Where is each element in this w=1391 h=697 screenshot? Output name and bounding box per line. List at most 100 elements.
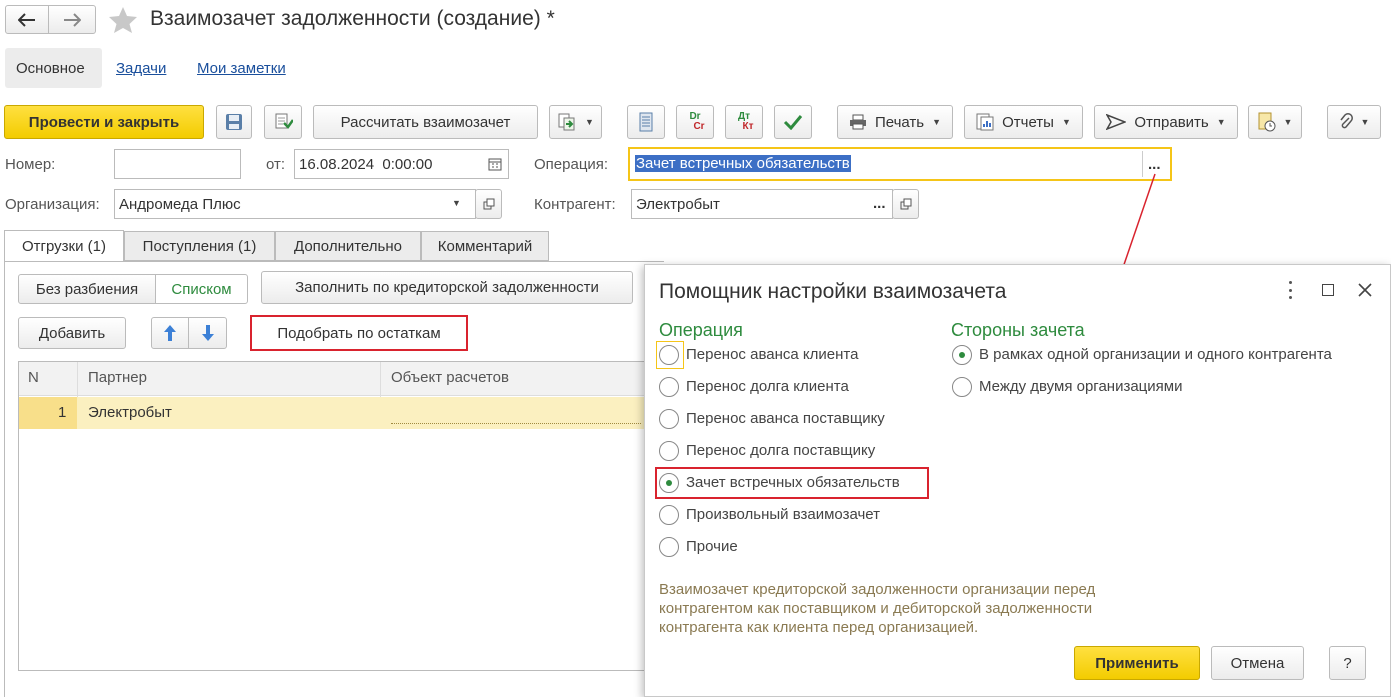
contractor-open-button[interactable] <box>892 189 919 219</box>
chevron-down-icon: ▼ <box>585 117 594 127</box>
tab-receipts[interactable]: Поступления (1) <box>124 231 275 261</box>
contractor-select-button[interactable]: ... <box>873 195 886 212</box>
operation-option-radio[interactable] <box>659 505 679 525</box>
reports-icon <box>976 113 994 131</box>
forward-button[interactable] <box>48 5 96 34</box>
operation-option-radio[interactable] <box>659 409 679 429</box>
calculate-offset-button[interactable]: Рассчитать взаимозачет <box>313 105 538 139</box>
floppy-icon <box>226 114 242 130</box>
side-option-radio[interactable] <box>952 377 972 397</box>
sides-section-header: Стороны зачета <box>951 320 1085 340</box>
col-header-partner[interactable]: Партнер <box>88 369 147 386</box>
dialog-title: Помощник настройки взаимозачета <box>659 280 1007 303</box>
dialog-description: Взаимозачет кредиторской задолженности о… <box>659 580 1095 637</box>
operation-option-radio[interactable] <box>659 345 679 365</box>
check-button[interactable] <box>774 105 812 139</box>
send-button[interactable]: Отправить ▼ <box>1094 105 1238 139</box>
print-label: Печать <box>874 113 925 131</box>
date-label: от: <box>266 156 286 173</box>
reports-label: Отчеты <box>1002 113 1054 131</box>
back-button[interactable] <box>5 5 49 34</box>
post-button[interactable] <box>264 105 302 139</box>
add-row-button[interactable]: Добавить <box>18 317 126 349</box>
cancel-button[interactable]: Отмена <box>1211 646 1304 680</box>
document-journal-button[interactable] <box>627 105 665 139</box>
send-label: Отправить <box>1134 113 1209 131</box>
create-based-on-button[interactable]: ▼ <box>549 105 602 139</box>
calculate-offset-label: Рассчитать взаимозачет <box>340 113 511 131</box>
window-title: Взаимозачет задолженности (создание) * <box>150 7 555 30</box>
operation-option-label[interactable]: Прочие <box>686 538 738 555</box>
operation-option-label[interactable]: Перенос аванса клиента <box>686 346 858 363</box>
organization-field[interactable]: Андромеда Плюс <box>114 189 476 219</box>
operation-option-radio[interactable] <box>659 377 679 397</box>
side-option-label[interactable]: Между двумя организациями <box>979 378 1182 395</box>
favorite-star-icon[interactable] <box>108 6 138 34</box>
operation-option-radio[interactable] <box>659 441 679 461</box>
chevron-down-icon: ▼ <box>932 117 942 127</box>
date-field[interactable]: 16.08.2024 0:00:00 <box>294 149 509 179</box>
operation-option-label[interactable]: Произвольный взаимозачет <box>686 506 880 523</box>
row-partner: Электробыт <box>88 404 172 421</box>
as-list-button[interactable]: Списком <box>155 274 248 304</box>
send-icon <box>1106 114 1127 130</box>
pick-balances-button[interactable]: Подобрать по остаткам <box>254 318 464 348</box>
maximize-icon[interactable] <box>1322 284 1334 296</box>
contractor-field[interactable]: Электробыт <box>631 189 893 219</box>
tab-tasks[interactable]: Задачи <box>116 60 166 77</box>
organization-open-button[interactable] <box>475 189 502 219</box>
apply-button[interactable]: Применить <box>1074 646 1200 680</box>
print-button[interactable]: Печать ▼ <box>837 105 953 139</box>
col-header-object[interactable]: Объект расчетов <box>391 369 509 386</box>
tab-additional[interactable]: Дополнительно <box>275 231 421 261</box>
move-down-button[interactable] <box>188 317 227 349</box>
cancel-label: Отмена <box>1230 654 1285 672</box>
tab-shipments[interactable]: Отгрузки (1) <box>4 230 124 262</box>
more-actions-button[interactable]: ▼ <box>1248 105 1302 139</box>
col-header-n[interactable]: N <box>28 369 39 386</box>
contractor-label: Контрагент: <box>534 196 616 213</box>
row-object[interactable] <box>391 404 641 424</box>
printer-icon <box>849 114 866 130</box>
open-window-icon <box>900 198 911 210</box>
fill-credit-button[interactable]: Заполнить по кредиторской задолженности <box>261 271 633 304</box>
operation-label: Операция: <box>534 156 609 173</box>
operation-option-radio[interactable] <box>659 537 679 557</box>
number-field[interactable] <box>114 149 241 179</box>
close-icon[interactable] <box>1358 283 1372 297</box>
operation-field[interactable]: Зачет встречных обязательств ... <box>628 147 1172 181</box>
help-button[interactable]: ? <box>1329 646 1366 680</box>
no-split-button[interactable]: Без разбиения <box>18 274 156 304</box>
move-up-button[interactable] <box>151 317 189 349</box>
no-split-label: Без разбиения <box>35 280 139 298</box>
chevron-down-icon: ▼ <box>1061 117 1071 127</box>
tab-additional-label: Дополнительно <box>294 237 402 255</box>
calendar-icon <box>488 158 502 171</box>
list-icon <box>639 112 653 132</box>
operation-option-label[interactable]: Перенос аванса поставщику <box>686 410 885 427</box>
attachments-button[interactable]: ▼ <box>1327 105 1381 139</box>
operation-option-label[interactable]: Перенос долга клиента <box>686 378 849 395</box>
side-option-radio[interactable] <box>952 345 972 365</box>
open-window-icon <box>483 198 494 210</box>
post-document-icon <box>275 113 293 129</box>
add-row-label: Добавить <box>38 324 106 342</box>
save-button[interactable] <box>216 105 252 139</box>
cr-label: Cr <box>693 121 705 132</box>
operation-option-label[interactable]: Перенос долга поставщику <box>686 442 875 459</box>
row-n-cell <box>19 397 77 429</box>
organization-label: Организация: <box>5 196 100 213</box>
more-vert-icon[interactable] <box>1287 281 1293 299</box>
arrow-left-icon <box>18 12 35 27</box>
tab-comment[interactable]: Комментарий <box>421 231 549 261</box>
tab-receipts-label: Поступления (1) <box>142 237 257 255</box>
organization-dropdown-icon[interactable]: ▼ <box>452 198 461 208</box>
dr-cr-button[interactable]: Dr Cr <box>676 105 714 139</box>
dt-kt-button[interactable]: Дт Кт <box>725 105 763 139</box>
calendar-button[interactable] <box>482 150 508 178</box>
tab-my-notes[interactable]: Мои заметки <box>197 60 286 77</box>
post-and-close-button[interactable]: Провести и закрыть <box>4 105 204 139</box>
reports-button[interactable]: Отчеты ▼ <box>964 105 1083 139</box>
side-option-label[interactable]: В рамках одной организации и одного конт… <box>979 346 1332 363</box>
operation-section-header: Операция <box>659 320 743 340</box>
